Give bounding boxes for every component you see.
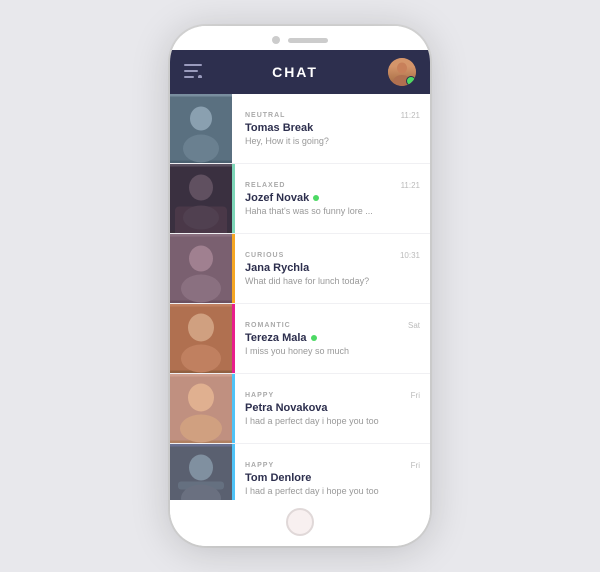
chat-avatar xyxy=(170,304,232,373)
chat-avatar xyxy=(170,444,232,500)
chat-preview: I had a perfect day i hope you too xyxy=(245,486,420,496)
phone-top xyxy=(170,26,430,50)
chat-mood: NEUTRAL xyxy=(245,112,285,119)
chat-meta: HAPPY Fri xyxy=(245,391,420,400)
chat-name: Tereza Mala xyxy=(245,332,307,344)
chat-time: Fri xyxy=(411,461,420,470)
chat-content: HAPPY Fri Petra Novakova I had a perfect… xyxy=(235,374,430,443)
header-title: CHAT xyxy=(272,64,318,80)
chat-item[interactable]: RELAXED 11:21 Jozef Novak Haha that's wa… xyxy=(170,164,430,234)
chat-item[interactable]: NEUTRAL 11:21 Tomas Break Hey, How it is… xyxy=(170,94,430,164)
chat-mood: HAPPY xyxy=(245,392,274,399)
chat-preview: Hey, How it is going? xyxy=(245,136,420,146)
chat-time: 11:21 xyxy=(401,181,420,190)
chat-time: 11:21 xyxy=(401,111,420,120)
chat-name-row: Tomas Break xyxy=(245,122,420,134)
chat-name: Jana Rychla xyxy=(245,262,309,274)
chat-name-row: Tom Denlore xyxy=(245,472,420,484)
menu-icon[interactable] xyxy=(184,62,202,83)
chat-mood: CURIOUS xyxy=(245,252,284,259)
chat-name: Tom Denlore xyxy=(245,472,311,484)
chat-meta: ROMANTIC Sat xyxy=(245,321,420,330)
online-indicator xyxy=(311,335,317,341)
home-button[interactable] xyxy=(286,508,314,536)
chat-time: Sat xyxy=(408,321,420,330)
chat-list: NEUTRAL 11:21 Tomas Break Hey, How it is… xyxy=(170,94,430,500)
chat-name-row: Jana Rychla xyxy=(245,262,420,274)
chat-preview: What did have for lunch today? xyxy=(245,276,420,286)
user-avatar[interactable] xyxy=(388,58,416,86)
chat-item[interactable]: HAPPY Fri Petra Novakova I had a perfect… xyxy=(170,374,430,444)
chat-name-row: Tereza Mala xyxy=(245,332,420,344)
chat-name: Jozef Novak xyxy=(245,192,309,204)
chat-item[interactable]: CURIOUS 10:31 Jana Rychla What did have … xyxy=(170,234,430,304)
chat-content: HAPPY Fri Tom Denlore I had a perfect da… xyxy=(235,444,430,500)
chat-meta: NEUTRAL 11:21 xyxy=(245,111,420,120)
chat-avatar xyxy=(170,94,232,163)
chat-name: Petra Novakova xyxy=(245,402,328,414)
phone-screen: CHAT xyxy=(170,50,430,500)
chat-preview: Haha that's was so funny lore ... xyxy=(245,206,420,216)
chat-mood: ROMANTIC xyxy=(245,322,291,329)
chat-meta: CURIOUS 10:31 xyxy=(245,251,420,260)
chat-time: Fri xyxy=(411,391,420,400)
chat-item[interactable]: ROMANTIC Sat Tereza Mala I miss you hone… xyxy=(170,304,430,374)
chat-name: Tomas Break xyxy=(245,122,313,134)
chat-mood: HAPPY xyxy=(245,462,274,469)
chat-preview: I miss you honey so much xyxy=(245,346,420,356)
phone-frame: CHAT xyxy=(170,26,430,546)
phone-camera xyxy=(272,36,280,44)
chat-meta: HAPPY Fri xyxy=(245,461,420,470)
phone-speaker xyxy=(288,38,328,43)
chat-time: 10:31 xyxy=(400,251,420,260)
chat-item[interactable]: HAPPY Fri Tom Denlore I had a perfect da… xyxy=(170,444,430,500)
chat-preview: I had a perfect day i hope you too xyxy=(245,416,420,426)
chat-meta: RELAXED 11:21 xyxy=(245,181,420,190)
chat-content: NEUTRAL 11:21 Tomas Break Hey, How it is… xyxy=(235,94,430,163)
chat-mood: RELAXED xyxy=(245,182,285,189)
chat-content: RELAXED 11:21 Jozef Novak Haha that's wa… xyxy=(235,164,430,233)
chat-avatar xyxy=(170,374,232,443)
chat-name-row: Jozef Novak xyxy=(245,192,420,204)
chat-content: ROMANTIC Sat Tereza Mala I miss you hone… xyxy=(235,304,430,373)
online-indicator xyxy=(313,195,319,201)
chat-avatar xyxy=(170,164,232,233)
chat-content: CURIOUS 10:31 Jana Rychla What did have … xyxy=(235,234,430,303)
chat-name-row: Petra Novakova xyxy=(245,402,420,414)
phone-bottom xyxy=(170,500,430,546)
app-header: CHAT xyxy=(170,50,430,94)
chat-avatar xyxy=(170,234,232,303)
